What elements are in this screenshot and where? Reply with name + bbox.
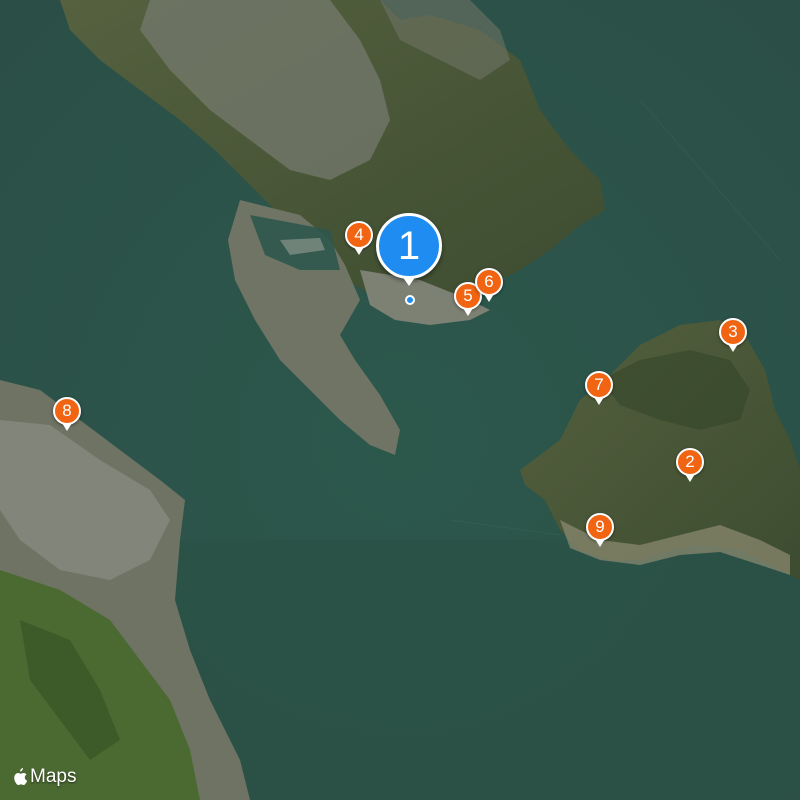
pin-number: 4 — [354, 225, 364, 244]
map-pin-2[interactable]: 2 — [676, 448, 704, 476]
map-view[interactable]: 1 2 3 4 5 6 7 8 9 Maps — [0, 0, 800, 800]
map-pin-3[interactable]: 3 — [719, 318, 747, 346]
map-pin-7[interactable]: 7 — [585, 371, 613, 399]
selected-location-pin[interactable]: 1 — [376, 213, 442, 279]
pin-number: 2 — [685, 452, 695, 471]
current-location-dot — [405, 295, 415, 305]
pin-number: 8 — [62, 401, 72, 420]
pin-number: 5 — [463, 286, 473, 305]
pin-number: 7 — [594, 375, 604, 394]
satellite-imagery — [0, 0, 800, 800]
attribution-label: Maps — [30, 766, 77, 787]
pin-number: 3 — [728, 322, 738, 341]
maps-attribution[interactable]: Maps — [12, 766, 76, 788]
map-pin-8[interactable]: 8 — [53, 397, 81, 425]
pin-number: 9 — [595, 517, 605, 536]
apple-logo-icon — [14, 768, 28, 786]
pin-number: 1 — [397, 223, 421, 268]
map-pin-9[interactable]: 9 — [586, 513, 614, 541]
pin-number: 6 — [484, 272, 494, 291]
map-pin-6[interactable]: 6 — [475, 268, 503, 296]
map-pin-4[interactable]: 4 — [345, 221, 373, 249]
